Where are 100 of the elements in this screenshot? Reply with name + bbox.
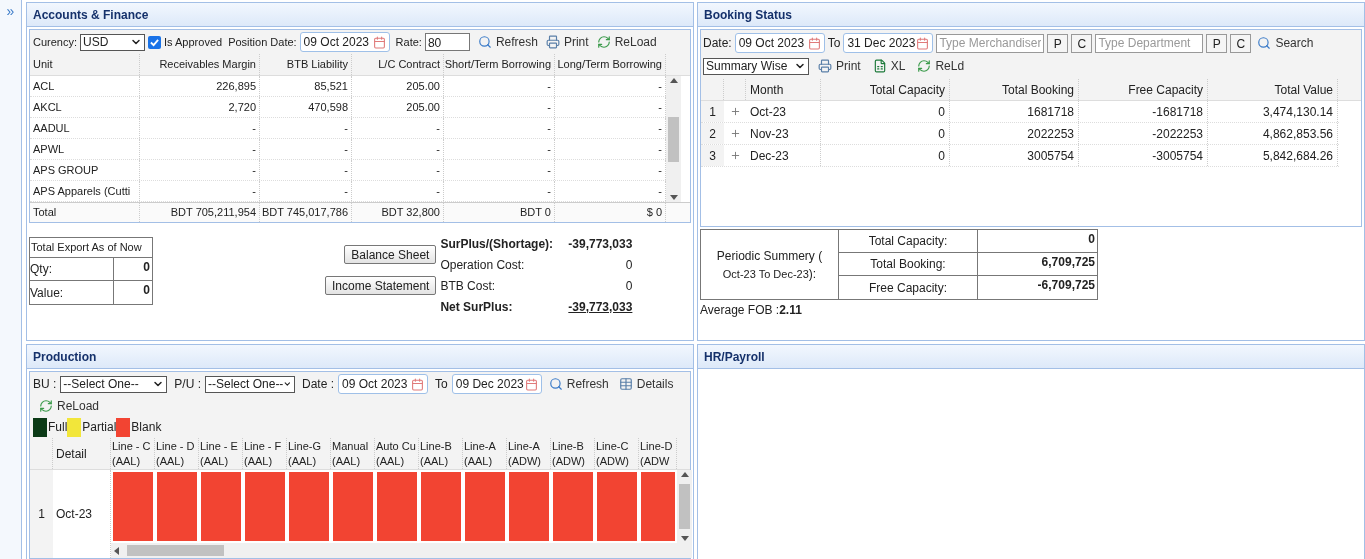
column-header[interactable]: Detail	[53, 438, 111, 469]
printer-icon	[545, 35, 560, 49]
table-cell: -	[260, 160, 352, 180]
column-header[interactable]: Short/Term Borrowing	[444, 54, 555, 75]
total-cell: BDT 32,800	[352, 203, 444, 222]
column-header[interactable]: Receivables Margin	[140, 54, 260, 75]
table-cell: -	[444, 76, 555, 96]
table-cell: 85,521	[260, 76, 352, 96]
details-button[interactable]: Details	[615, 375, 677, 393]
column-header[interactable]: Line-G (AAL)	[287, 438, 331, 469]
department-field[interactable]: Type Department	[1095, 33, 1204, 53]
expand-icon[interactable]	[729, 106, 741, 117]
column-header[interactable]: Long/Term Borrowing	[555, 54, 666, 75]
reload-button[interactable]: ReLoad	[593, 33, 660, 51]
table-cell: -	[352, 160, 444, 180]
export-label: Value:	[30, 281, 114, 304]
date-field[interactable]: 31 Dec 2023	[843, 33, 934, 53]
column-header[interactable]: Line-D (ADW	[639, 438, 677, 469]
calendar-icon[interactable]	[524, 377, 538, 391]
print-button[interactable]: Print	[815, 57, 864, 75]
date-label: Date:	[703, 35, 732, 52]
rate-field[interactable]: 80	[424, 33, 470, 51]
table-cell: 4,862,853.56	[1208, 123, 1338, 144]
date-field[interactable]: 09 Oct 2023	[338, 374, 429, 394]
print-button[interactable]: Print	[542, 33, 592, 51]
periodic-label: Total Booking:	[839, 253, 978, 275]
summary-label: Operation Cost:	[440, 256, 525, 274]
table-cell: AADUL	[30, 118, 140, 138]
periodic-summary-label: Periodic Summery ( Oct-23 To Dec-23):	[701, 230, 839, 299]
column-header[interactable]: Total Booking	[950, 79, 1079, 100]
refresh-button[interactable]: Refresh	[545, 375, 612, 393]
column-header[interactable]: Total Capacity	[821, 79, 950, 100]
total-cell: $ 0	[555, 203, 666, 222]
export-title: Total Export As of Now	[30, 238, 152, 258]
total-cell: BDT 745,017,786	[260, 203, 352, 222]
reload-icon	[596, 35, 611, 49]
calendar-icon[interactable]	[916, 36, 930, 50]
reload-button[interactable]: ReLd	[914, 57, 968, 75]
currency-label: Curency:	[33, 34, 78, 50]
column-header[interactable]: Line-A (AAL)	[463, 438, 507, 469]
merchandiser-field[interactable]: Type Merchandiser	[936, 33, 1045, 53]
column-header[interactable]: Unit	[30, 54, 140, 75]
dropdown[interactable]: --Select One--	[60, 375, 168, 393]
column-header[interactable]: Line - C (AAL)	[111, 438, 155, 469]
horizontal-scrollbar[interactable]	[111, 543, 692, 558]
column-header[interactable]: Line - E (AAL)	[199, 438, 243, 469]
letter-button[interactable]: C	[1071, 33, 1093, 53]
date-field[interactable]: 09 Dec 2023	[451, 374, 542, 394]
dropdown[interactable]: USD	[80, 33, 146, 51]
column-header[interactable]: Auto Cu (AAL)	[375, 438, 419, 469]
export-label: Qty:	[30, 258, 114, 280]
letter-button[interactable]: P	[1206, 33, 1228, 53]
letter-button[interactable]: C	[1230, 33, 1252, 53]
column-header[interactable]: Line - D (AAL)	[155, 438, 199, 469]
table-cell: APS Apparels (Cutti	[30, 181, 140, 201]
income-statement-button[interactable]: Income Statement	[325, 276, 437, 295]
column-header[interactable]: Total Value	[1208, 79, 1338, 100]
letter-button[interactable]: P	[1047, 33, 1069, 53]
column-header[interactable]: BTB Liability	[260, 54, 352, 75]
table-cell: -3005754	[1079, 145, 1208, 166]
date-field[interactable]: 09 Oct 2023	[734, 33, 825, 53]
expand-icon[interactable]	[729, 128, 741, 139]
panel-title: Booking Status	[704, 6, 792, 24]
dropdown[interactable]: --Select One--	[205, 375, 295, 393]
column-header[interactable]: L/C Contract	[352, 54, 444, 75]
date-label: Date :	[302, 376, 335, 393]
excel-button[interactable]: XL	[869, 57, 909, 75]
pu-label: P/U :	[174, 376, 201, 393]
reload-icon	[917, 59, 932, 73]
column-header[interactable]: Line-C (ADW)	[595, 438, 639, 469]
expand-icon[interactable]	[729, 150, 741, 161]
summary-value: -39,773,033	[568, 235, 633, 253]
periodic-value: 6,709,725	[1040, 254, 1096, 271]
summary-label: Net SurPlus:	[440, 298, 513, 316]
table-cell: 3005754	[950, 145, 1079, 166]
calendar-icon[interactable]	[372, 35, 386, 49]
search-button[interactable]: Search	[1254, 34, 1317, 52]
balance-sheet-button[interactable]: Balance Sheet	[344, 245, 437, 264]
table-cell: -1681718	[1079, 101, 1208, 122]
column-header[interactable]: Line - F (AAL)	[243, 438, 287, 469]
column-header[interactable]: Line-B (ADW)	[551, 438, 595, 469]
table-cell: 2022253	[950, 123, 1079, 144]
table-cell: -	[444, 118, 555, 138]
column-header[interactable]: Line-B (AAL)	[419, 438, 463, 469]
date-field[interactable]: 09 Oct 2023	[299, 32, 390, 52]
column-header[interactable]: Month	[746, 79, 821, 100]
approved-checkbox[interactable]	[148, 35, 162, 49]
refresh-button[interactable]: Refresh	[474, 33, 541, 51]
scrollbar[interactable]	[677, 470, 692, 543]
table-cell: -	[260, 118, 352, 138]
table-cell: AKCL	[30, 97, 140, 117]
dropdown[interactable]: Summary Wise	[703, 57, 809, 75]
calendar-icon[interactable]	[411, 377, 425, 391]
calendar-icon[interactable]	[807, 36, 821, 50]
column-header[interactable]: Line-A (ADW)	[507, 438, 551, 469]
reload-button[interactable]: ReLoad	[36, 397, 103, 415]
table-cell: 226,895	[140, 76, 260, 96]
column-header[interactable]: Free Capacity	[1079, 79, 1208, 100]
scrollbar[interactable]	[666, 76, 681, 202]
column-header[interactable]: Manual (AAL)	[331, 438, 375, 469]
